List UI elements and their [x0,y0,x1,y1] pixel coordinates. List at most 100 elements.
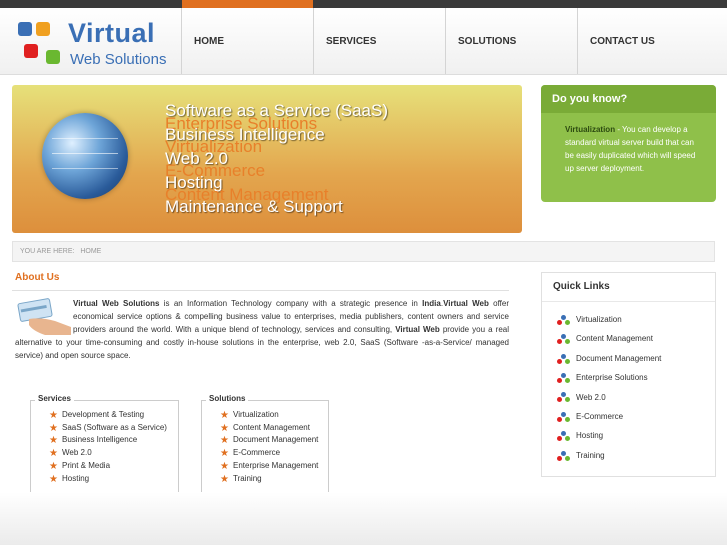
about-divider [12,290,509,291]
list-item-label: E-Commerce [233,448,281,458]
list-item-label: Business Intelligence [62,435,138,445]
quick-link[interactable]: Virtualization [557,313,661,332]
logo-square-orange [36,22,50,36]
star-icon: ★ [49,460,58,472]
did-you-know-panel: Do you know? Virtualization - You can de… [541,85,716,202]
quick-link-label: Document Management [576,353,662,363]
banner-line: Maintenance & Support [165,197,343,216]
quick-link-label: Content Management [576,334,653,344]
list-item[interactable]: ★ Document Management [220,434,318,447]
about-company-name: Virtual Web [395,325,440,334]
list-item[interactable]: ★ Content Management [220,422,318,435]
cluster-icon [557,373,570,384]
quick-link-label: Web 2.0 [576,392,606,402]
about-heading: About Us [15,272,60,283]
quick-link-label: Enterprise Solutions [576,373,648,383]
list-item-label: Hosting [62,473,90,483]
quick-link-label: Hosting [576,431,604,441]
list-item[interactable]: ★ Hosting [49,473,167,486]
services-title: Services [35,394,74,403]
nav-solutions[interactable]: SOLUTIONS [445,8,577,74]
active-nav-indicator [182,0,313,8]
list-item-label: Virtualization [233,410,279,419]
nav-services[interactable]: SERVICES [313,8,445,74]
list-item[interactable]: ★ Development & Testing [49,409,167,422]
quick-links-list: Virtualization Content Management Docume… [557,313,661,468]
list-item-label: Training [233,473,262,483]
logo-subtitle: Web Solutions [70,51,167,68]
breadcrumb: YOU ARE HERE: HOME [12,241,715,262]
quick-link-label: E-Commerce [576,411,624,421]
cluster-icon [557,314,570,325]
logo-square-red [24,44,38,58]
logo[interactable]: Virtual Web Solutions [12,16,182,76]
star-icon: ★ [220,435,229,447]
list-item[interactable]: ★ SaaS (Software as a Service) [49,422,167,435]
globe-icon [42,113,128,199]
services-list: ★ Development & Testing ★ SaaS (Software a… [49,409,167,485]
solutions-box: Solutions ★ Virtualization ★ Content Manag… [201,394,329,494]
cluster-icon [557,411,570,422]
quick-links-title: Quick Links [553,281,610,292]
top-bar [0,0,727,13]
quick-link-label: Virtualization [576,315,622,324]
list-item-label: Development & Testing [62,410,145,419]
star-icon: ★ [220,422,229,434]
list-item-label: Enterprise Management [233,460,319,470]
list-item[interactable]: ★ Business Intelligence [49,434,167,447]
cluster-icon [557,450,570,461]
about-country: India [422,299,441,308]
quick-link[interactable]: Document Management [557,352,661,371]
star-icon: ★ [49,410,58,421]
list-item[interactable]: ★ Enterprise Management [220,460,318,473]
list-item[interactable]: ★ Web 2.0 [49,447,167,460]
solutions-title: Solutions [206,394,249,403]
quick-link[interactable]: E-Commerce [557,410,661,429]
star-icon: ★ [49,422,58,434]
cluster-icon [557,353,570,364]
nav-contact-us[interactable]: CONTACT US [577,8,727,74]
logo-square-green [46,50,60,64]
list-item[interactable]: ★ Virtualization [220,409,318,422]
logo-square-blue [18,22,32,36]
list-item-label: Document Management [233,435,319,445]
star-icon: ★ [49,435,58,447]
hand-card-image [15,297,73,335]
list-item[interactable]: ★ Print & Media [49,460,167,473]
list-item-label: Print & Media [62,460,111,470]
quick-links-divider [542,301,715,302]
star-icon: ★ [49,448,58,460]
breadcrumb-home-link[interactable]: HOME [80,248,101,255]
about-company-name: Virtual Web [443,299,489,308]
list-item-label: SaaS (Software as a Service) [62,422,167,432]
hero-banner: Software as a Service (SaaS) Enterprise … [12,85,522,233]
about-company-name: Virtual Web Solutions [73,299,160,308]
quick-link[interactable]: Training [557,449,661,468]
did-you-know-body: Virtualization - You can develop a stand… [565,123,700,175]
list-item-label: Web 2.0 [62,448,92,458]
star-icon: ★ [49,473,58,485]
quick-links-panel: Quick Links Virtualization Content Manag… [541,272,716,477]
cluster-icon [557,334,570,345]
quick-link-label: Training [576,450,605,460]
quick-link[interactable]: Enterprise Solutions [557,371,661,390]
about-text-part: is an Information Technology company wit… [159,299,423,308]
star-icon: ★ [220,410,229,421]
logo-title: Virtual [68,18,156,48]
list-item-label: Content Management [233,422,310,432]
list-item[interactable]: ★ Training [220,473,318,486]
star-icon: ★ [220,448,229,460]
footer-area [0,492,727,545]
nav-home[interactable]: HOME [181,8,313,74]
quick-link[interactable]: Content Management [557,332,661,351]
quick-link[interactable]: Web 2.0 [557,391,661,410]
services-box: Services ★ Development & Testing ★ SaaS (S… [30,394,179,494]
solutions-list: ★ Virtualization ★ Content Management ★ Doc… [220,409,318,485]
cluster-icon [557,392,570,403]
did-you-know-title: Do you know? [541,85,716,113]
list-item[interactable]: ★ E-Commerce [220,447,318,460]
did-you-know-term: Virtualization [565,125,616,134]
about-paragraph: Virtual Web Solutions is an Information … [15,297,509,362]
quick-link[interactable]: Hosting [557,429,661,448]
star-icon: ★ [220,460,229,472]
